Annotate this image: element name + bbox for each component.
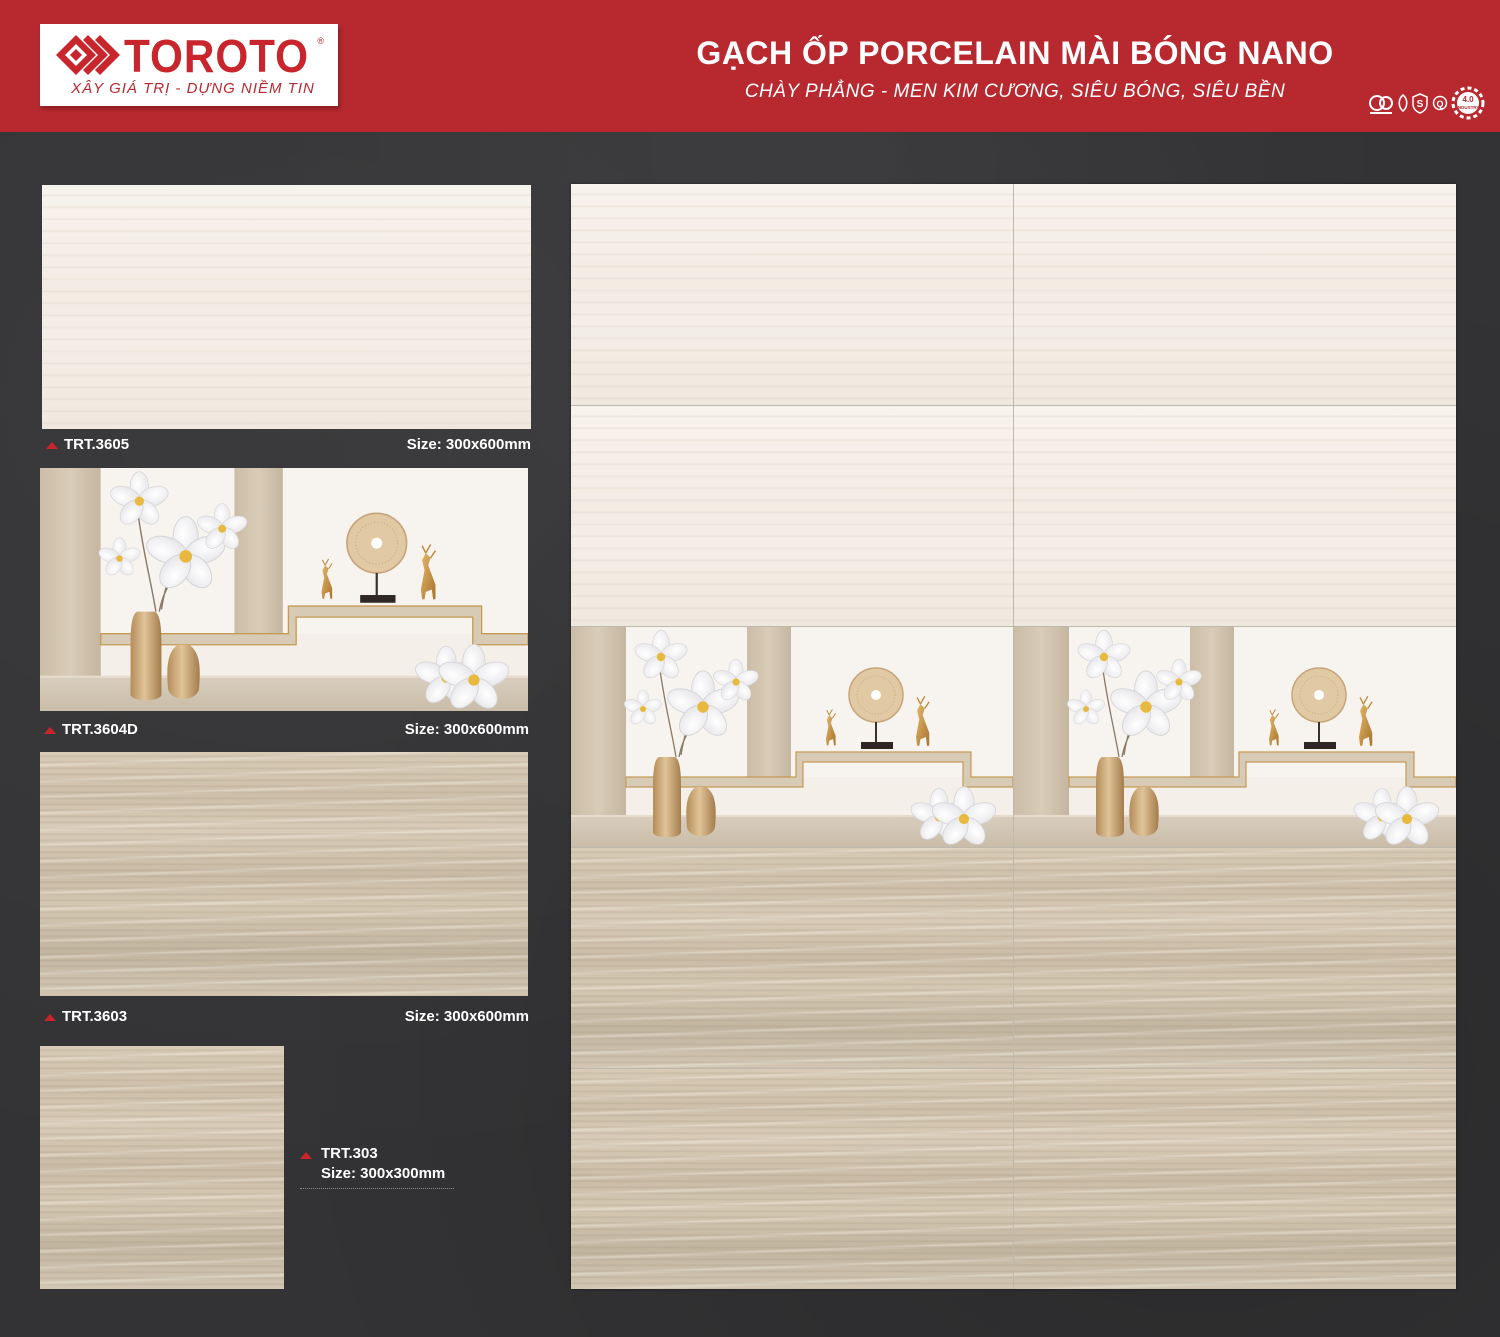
tile-sample-trt3605[interactable]: [42, 185, 531, 429]
decor-illustration: [40, 468, 528, 711]
svg-text:S: S: [1417, 99, 1424, 110]
svg-text:Q: Q: [1436, 99, 1443, 109]
wall-tile-plain: [1014, 406, 1456, 626]
product-label-trt3603: TRT.3603 Size: 300x600mm: [40, 1008, 529, 1028]
decor-illustration: [571, 627, 1013, 847]
industry-text: INDUSTRY: [1457, 105, 1480, 110]
product-label-trt3605: TRT.3605 Size: 300x600mm: [42, 436, 531, 456]
product-code: TRT.3603: [62, 1008, 128, 1025]
product-label-trt3604d: TRT.3604D Size: 300x600mm: [40, 721, 529, 741]
brand-name: TOROTO: [124, 30, 310, 82]
certification-badges: S Q 4.0 INDUSTRY: [1368, 86, 1486, 121]
product-size: Size: 300x600mm: [404, 1008, 529, 1025]
grout-line: [571, 626, 1456, 627]
triangle-marker-icon: [44, 1014, 56, 1021]
triangle-marker-icon: [300, 1152, 312, 1159]
wall-tile-wood: [571, 848, 1013, 1068]
page-title: GẠCH ỐP PORCELAIN MÀI BÓNG NANO: [696, 35, 1334, 71]
diamond-chevron-logo-icon: [56, 35, 120, 75]
grout-line: [571, 405, 1456, 406]
decor-illustration: [1014, 627, 1456, 847]
product-code: TRT.3604D: [62, 721, 138, 738]
product-code: TRT.303: [321, 1145, 378, 1162]
grout-line: [571, 1068, 1456, 1069]
wall-tile-wood: [1014, 1069, 1456, 1289]
cert-q-icon: Q: [1432, 95, 1448, 111]
industry-badge: 4.0: [1462, 95, 1474, 104]
tile-sample-trt303[interactable]: [40, 1046, 284, 1289]
wall-preview: [571, 184, 1456, 1289]
brand-logo[interactable]: TOROTO ® XÂY GIÁ TRỊ - DỰNG NIỀM TIN: [40, 24, 338, 106]
grout-line: [1013, 184, 1014, 1289]
tile-sample-trt3604d[interactable]: [40, 468, 528, 711]
wall-tile-plain: [571, 184, 1013, 405]
wall-tile-decor: [571, 627, 1013, 847]
wall-tile-wood: [1014, 848, 1456, 1068]
brand-tagline: XÂY GIÁ TRỊ - DỰNG NIỀM TIN: [71, 80, 315, 97]
industry-4-gear-icon: 4.0 INDUSTRY: [1451, 86, 1485, 120]
product-size: Size: 300x600mm: [404, 721, 529, 738]
header-banner: TOROTO ® XÂY GIÁ TRỊ - DỰNG NIỀM TIN GẠC…: [0, 0, 1500, 132]
wall-tile-plain: [571, 406, 1013, 626]
tile-sample-trt3603[interactable]: [40, 752, 528, 996]
wall-tile-plain: [1014, 184, 1456, 405]
cert-shield-s-icon: S: [1412, 93, 1428, 114]
cert-circle-icon: [1369, 95, 1393, 114]
wall-tile-wood: [571, 1069, 1013, 1289]
grout-line: [571, 847, 1456, 848]
wall-tile-decor: [1014, 627, 1456, 847]
triangle-marker-icon: [44, 727, 56, 734]
page-subtitle: CHÀY PHẲNG - MEN KIM CƯƠNG, SIÊU BÓNG, S…: [744, 81, 1286, 102]
triangle-marker-icon: [46, 442, 58, 449]
product-size: Size: 300x600mm: [406, 436, 531, 453]
cert-leaf-icon: [1398, 93, 1408, 113]
product-label-trt303: TRT.303 Size: 300x300mm: [300, 1145, 454, 1189]
product-code: TRT.3605: [64, 436, 130, 453]
registered-mark: ®: [317, 36, 324, 46]
product-size: Size: 300x300mm: [321, 1165, 446, 1182]
